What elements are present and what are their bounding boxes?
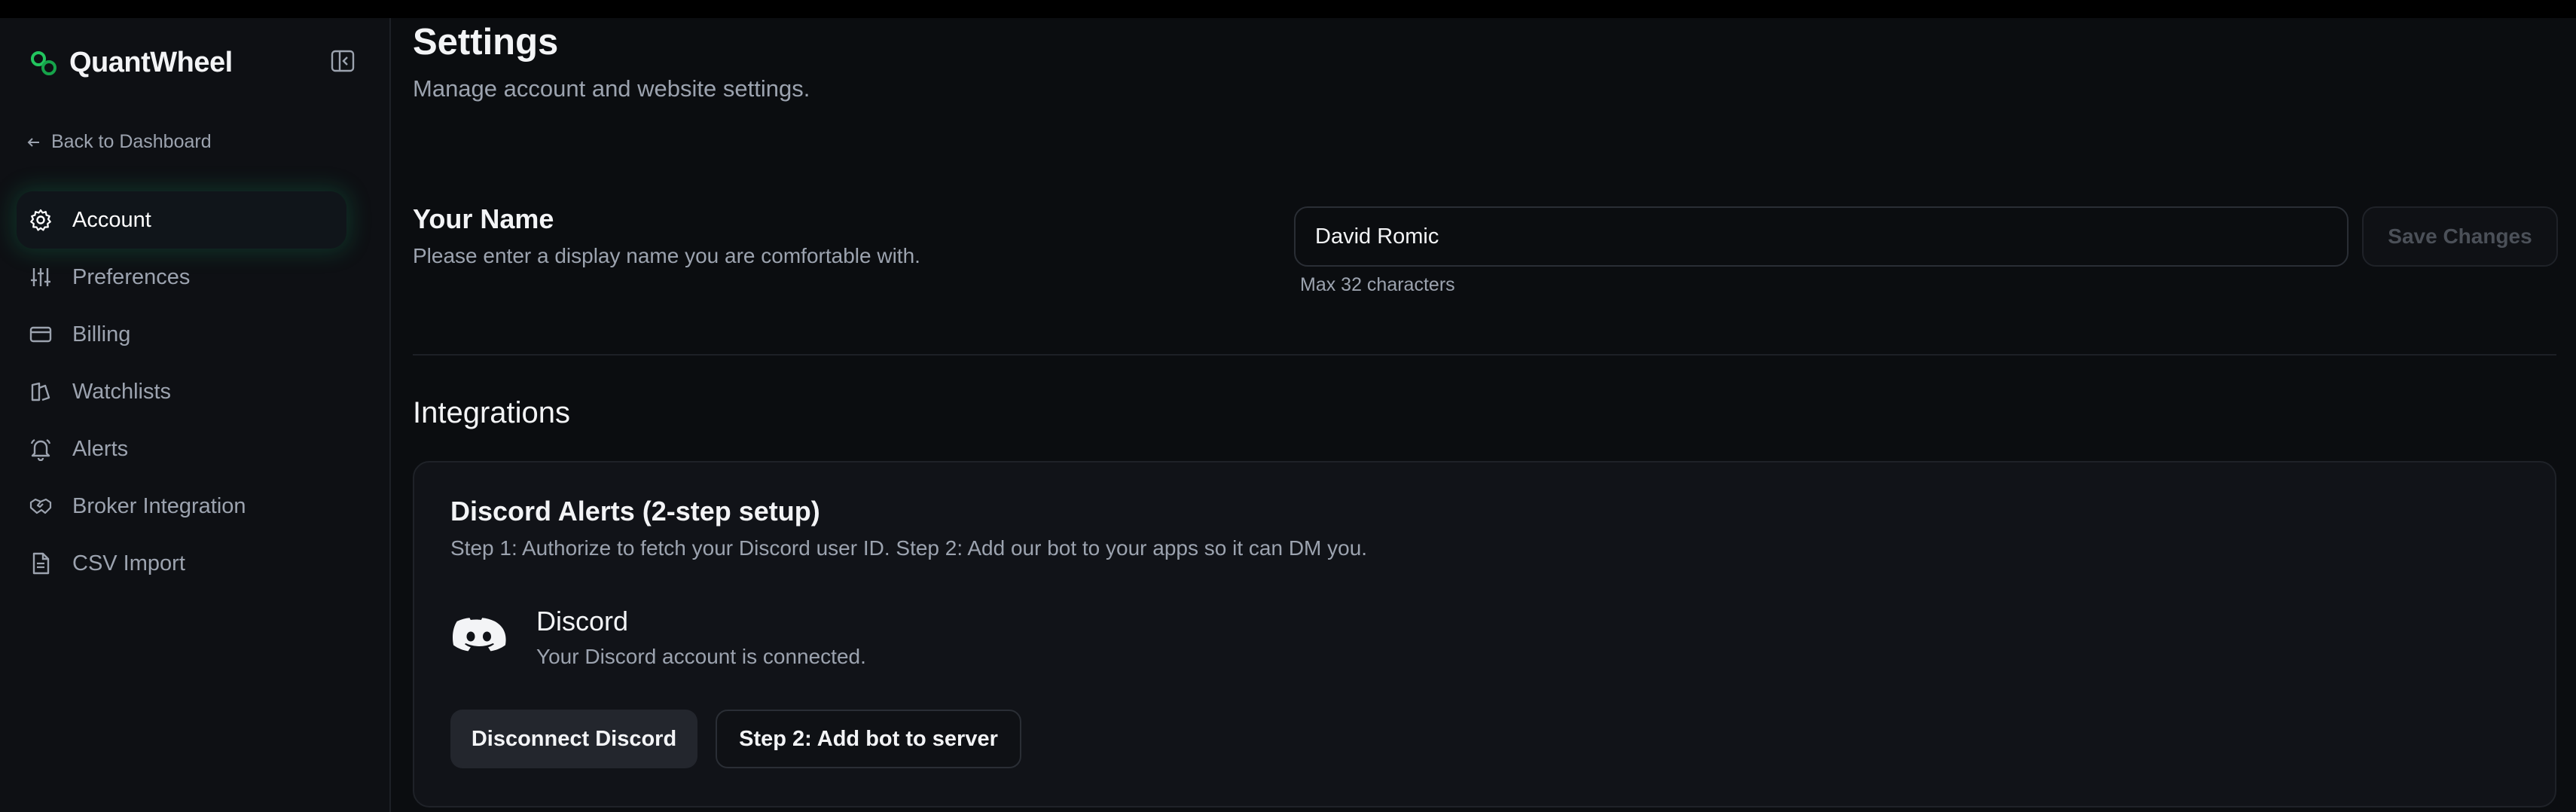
bell-icon — [30, 439, 51, 461]
save-changes-button[interactable]: Save Changes — [2362, 206, 2558, 267]
credit-card-icon — [29, 326, 52, 343]
card-title: Discord Alerts (2-step setup) — [450, 496, 820, 527]
discord-alerts-card: Discord Alerts (2-step setup) Step 1: Au… — [413, 461, 2556, 807]
sidebar-item-label: Broker Integration — [72, 493, 246, 518]
sliders-icon — [31, 268, 50, 286]
sidebar-item-billing[interactable]: Billing — [17, 306, 346, 363]
arrow-left-icon — [27, 137, 39, 147]
page-subtitle: Manage account and website settings. — [413, 75, 810, 102]
display-name-input[interactable]: David Romic — [1294, 206, 2349, 267]
sidebar-item-label: CSV Import — [72, 551, 185, 575]
sidebar-item-broker-integration[interactable]: Broker Integration — [17, 478, 346, 535]
page-title: Settings — [413, 22, 559, 63]
your-name-heading: Your Name — [413, 203, 554, 234]
app-name: QuantWheel — [69, 47, 233, 78]
sidebar-item-label: Billing — [72, 322, 131, 346]
sidebar-item-label: Watchlists — [72, 379, 172, 404]
sidebar-item-csv-import[interactable]: CSV Import — [17, 535, 346, 592]
sidebar-item-label: Account — [72, 207, 151, 232]
sidebar-item-account[interactable]: Account — [17, 191, 346, 249]
file-icon — [32, 552, 50, 575]
disconnect-discord-button[interactable]: Disconnect Discord — [450, 710, 697, 768]
window-top-bar — [0, 0, 2576, 18]
sidebar-item-watchlists[interactable]: Watchlists — [17, 363, 346, 420]
name-length-hint: Max 32 characters — [1300, 274, 1455, 295]
sidebar: QuantWheel Back to Dashboard Account Pre… — [0, 18, 391, 812]
section-divider — [413, 354, 2556, 356]
handshake-icon — [29, 498, 52, 514]
collapse-sidebar-icon[interactable] — [330, 48, 356, 74]
watchlist-icon — [31, 382, 50, 401]
quantwheel-logo-icon — [31, 50, 56, 75]
gear-icon — [30, 209, 51, 231]
discord-service-name: Discord — [536, 606, 629, 636]
sidebar-item-alerts[interactable]: Alerts — [17, 420, 346, 478]
your-name-description: Please enter a display name you are comf… — [413, 244, 920, 267]
sidebar-item-label: Alerts — [72, 436, 129, 461]
card-description: Step 1: Authorize to fetch your Discord … — [450, 536, 1368, 560]
sidebar-item-label: Preferences — [72, 264, 191, 289]
brand[interactable]: QuantWheel — [29, 47, 233, 79]
back-link-label: Back to Dashboard — [51, 131, 212, 152]
discord-connection-status: Your Discord account is connected. — [536, 645, 866, 668]
settings-nav: Account Preferences Billing Watchlists A… — [17, 191, 346, 592]
discord-icon — [452, 618, 506, 652]
back-to-dashboard-link[interactable]: Back to Dashboard — [26, 131, 212, 153]
integrations-heading: Integrations — [413, 396, 571, 429]
sidebar-item-preferences[interactable]: Preferences — [17, 249, 346, 306]
add-bot-button[interactable]: Step 2: Add bot to server — [716, 710, 1021, 768]
